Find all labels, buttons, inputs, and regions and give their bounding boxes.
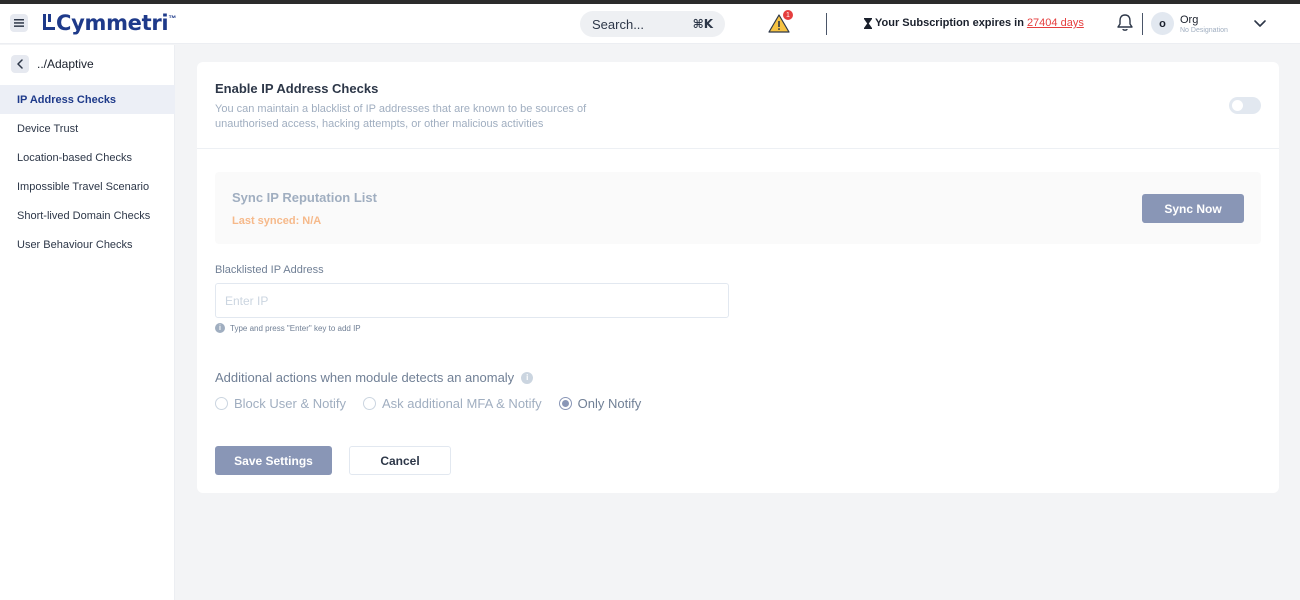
radio-circle[interactable]	[362, 397, 376, 410]
blacklist-label: Blacklisted IP Address	[215, 264, 324, 276]
back-link[interactable]: ../Adaptive	[11, 55, 94, 73]
blacklist-hint: i Type and press "Enter" key to add IP	[215, 323, 361, 333]
bell-icon[interactable]	[1116, 13, 1134, 33]
sync-now-button[interactable]: Sync Now	[1142, 194, 1244, 223]
toggle-knob	[1232, 100, 1243, 111]
radio-ask-mfa-notify[interactable]: Ask additional MFA & Notify	[362, 396, 542, 411]
save-settings-button[interactable]: Save Settings	[215, 446, 332, 475]
info-icon[interactable]: i	[521, 371, 534, 384]
alert-count-badge: 1	[783, 10, 793, 20]
blacklist-ip-input[interactable]	[215, 283, 729, 318]
org-name: Org	[1180, 14, 1199, 26]
sidebar-item-impossible-travel[interactable]: Impossible Travel Scenario	[0, 172, 175, 201]
top-bar: Cymmetri ™ Search... ⌘K 1 Your Subscript…	[0, 4, 1300, 44]
sidebar-item-user-behaviour[interactable]: User Behaviour Checks	[0, 230, 175, 259]
info-icon: i	[215, 323, 225, 333]
header-divider	[826, 13, 827, 35]
radio-label: Block User & Notify	[234, 396, 346, 411]
back-label: ../Adaptive	[37, 57, 94, 71]
actions-title-text: Additional actions when module detects a…	[215, 370, 515, 385]
logo-text: Cymmetri	[56, 11, 169, 35]
radio-label: Ask additional MFA & Notify	[381, 396, 542, 411]
search-shortcut: ⌘K	[692, 17, 713, 31]
sidebar-item-ip-address-checks[interactable]: IP Address Checks	[0, 85, 175, 114]
hourglass-icon	[864, 17, 872, 29]
enable-toggle[interactable]	[1229, 97, 1261, 114]
chevron-down-icon[interactable]	[1253, 16, 1267, 30]
brand-logo[interactable]: Cymmetri ™	[42, 10, 176, 36]
anomaly-action-radio-group: Block User & Notify Ask additional MFA &…	[215, 396, 641, 411]
sidebar-item-device-trust[interactable]: Device Trust	[0, 114, 175, 143]
radio-block-user-notify[interactable]: Block User & Notify	[215, 396, 346, 411]
radio-circle[interactable]	[215, 397, 228, 410]
sync-section: Sync IP Reputation List Last synced: N/A…	[215, 172, 1261, 244]
header-divider	[1142, 13, 1143, 35]
enable-description: You can maintain a blacklist of IP addre…	[215, 103, 587, 130]
sidebar-item-location-based-checks[interactable]: Location-based Checks	[0, 143, 175, 172]
search-label: Search...	[592, 16, 645, 32]
search-bar[interactable]: Search... ⌘K	[580, 11, 725, 37]
subscription-notice: Your Subscription expires in 27404 days	[864, 17, 1084, 29]
radio-circle[interactable]	[558, 397, 572, 410]
radio-label: Only Notify	[577, 396, 642, 411]
cancel-button[interactable]: Cancel	[349, 446, 451, 475]
subscription-days-link[interactable]: 27404 days	[1027, 17, 1084, 29]
enable-title: Enable IP Address Checks	[215, 81, 379, 96]
menu-icon	[14, 19, 24, 27]
back-button[interactable]	[11, 55, 29, 73]
radio-only-notify[interactable]: Only Notify	[558, 396, 642, 411]
logo-mark-icon	[43, 14, 55, 30]
sidebar-item-short-lived-domain[interactable]: Short-lived Domain Checks	[0, 201, 175, 230]
settings-card: Enable IP Address Checks You can maintai…	[197, 62, 1279, 493]
logo-trademark: ™	[168, 13, 177, 23]
last-synced-status: Last synced: N/A	[232, 215, 322, 227]
hamburger-menu-button[interactable]	[10, 14, 28, 32]
subscription-prefix: Your Subscription expires in	[875, 17, 1024, 29]
section-divider	[197, 148, 1279, 149]
sync-title: Sync IP Reputation List	[232, 190, 377, 205]
sidebar: ../Adaptive IP Address Checks Device Tru…	[0, 45, 175, 600]
org-designation: No Designation	[1180, 27, 1228, 34]
radio-selected-dot	[561, 400, 569, 407]
avatar[interactable]: o	[1151, 12, 1174, 35]
chevron-left-icon	[17, 59, 23, 69]
hint-text: Type and press "Enter" key to add IP	[230, 323, 361, 333]
actions-title: Additional actions when module detects a…	[215, 370, 534, 385]
